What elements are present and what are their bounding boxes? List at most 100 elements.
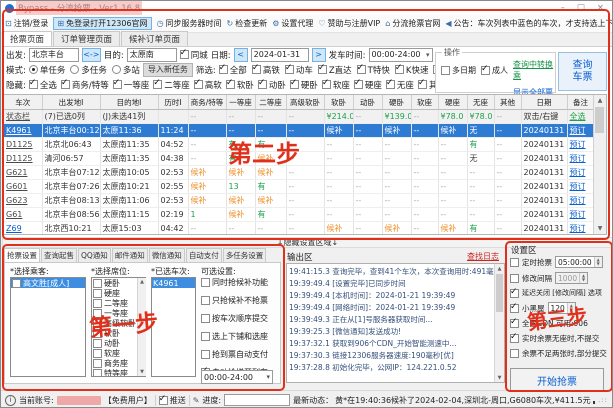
transfer-search-link[interactable]: 查询中转换乘 [513, 59, 555, 81]
checkbox-icon[interactable] [510, 304, 519, 313]
scroll-up-button[interactable] [495, 264, 504, 273]
seat-hide-checkbox[interactable]: 商务/特等 [61, 79, 109, 91]
column-header[interactable]: 软座 [411, 95, 438, 110]
stepper-arrows-icon[interactable]: ▲▼ [567, 303, 575, 313]
train-number-link[interactable]: G621 [6, 168, 27, 177]
grab-option-checkbox[interactable]: 按车次顺序提交 [201, 313, 268, 324]
seat-hide-checkbox[interactable]: 软座 [322, 79, 350, 91]
table-row[interactable]: D1125北京北06:43太原南11:3504:52--有有----------… [4, 138, 594, 152]
train-number-link[interactable]: 状态栏 [6, 112, 30, 121]
find-log-link[interactable]: 查找日志 [467, 251, 499, 262]
scrollbar-thumb[interactable] [595, 107, 604, 133]
operation-checkbox[interactable]: 成人 [481, 65, 508, 76]
close-button[interactable]: × [597, 3, 604, 13]
column-header[interactable]: 商务/特等 [188, 95, 226, 110]
depart-time-select[interactable]: 00:00-24:00 [369, 48, 433, 62]
column-header[interactable]: 软卧 [324, 95, 353, 110]
train-type-checkbox[interactable]: T特快 [357, 64, 390, 76]
train-number-link[interactable]: D1125 [6, 140, 33, 149]
blacklist-stepper[interactable]: 120 ▲▼ [548, 302, 576, 314]
reserve-link[interactable]: 预订 [570, 210, 586, 219]
resize-grip[interactable] [598, 396, 608, 404]
list-item[interactable]: 软卧 [92, 328, 137, 338]
search-tickets-button[interactable]: 查询 车票 [558, 52, 607, 91]
column-header[interactable]: 二等座 [255, 95, 286, 110]
reserve-link[interactable]: 预订 [570, 168, 586, 177]
table-row[interactable]: Z69北京西10:21太原15:0304:42--------候补--候补--候… [4, 222, 594, 236]
tab-order-page[interactable]: 订单管理页面 [53, 31, 120, 46]
scroll-down-button[interactable] [495, 373, 504, 382]
table-row[interactable]: G623北京丰台08:13太原南11:0602:53候补候补候补--------… [4, 194, 594, 208]
seat-hide-checkbox[interactable]: 无座 [386, 79, 414, 91]
train-type-checkbox[interactable]: 全部 [219, 64, 247, 76]
checkbox-icon[interactable] [510, 334, 519, 343]
checkbox-icon[interactable] [510, 349, 519, 358]
tab-auto-pay[interactable]: 自动支付 [186, 248, 222, 262]
date-input[interactable]: 2024-01-31 [251, 48, 309, 62]
seat-hide-checkbox[interactable]: 硬卧 [290, 79, 318, 91]
seat-hide-checkbox[interactable]: 全选 [29, 79, 57, 91]
list-item[interactable]: 高级软卧 [92, 318, 137, 328]
scroll-up-button[interactable] [594, 95, 606, 106]
train-type-checkbox[interactable]: 高铁 [252, 64, 280, 76]
selected-train-listbox[interactable]: K4961 [151, 277, 196, 377]
train-number-link[interactable]: G61 [6, 210, 22, 219]
toolbar-item-official-site[interactable]: ⌂分流抢票官网 [385, 18, 440, 29]
toolbar-item-sync-time[interactable]: ◷同步服务器时间 [157, 18, 222, 29]
train-type-checkbox[interactable]: 动车 [285, 64, 313, 76]
stepper-arrows-icon[interactable]: ▲▼ [594, 257, 602, 267]
toolbar-item-open-12306[interactable]: ⊞免登录打开12306官网 [53, 17, 151, 30]
tab-qq-notify[interactable]: QQ通知 [78, 248, 111, 262]
train-number-link[interactable]: K4961 [6, 126, 32, 135]
to-input[interactable]: 太原南 [127, 48, 177, 62]
grab-option-checkbox[interactable]: 只抢候补不抢票 [201, 295, 268, 306]
tab-multitask[interactable]: 多任务设置 [223, 248, 267, 262]
checkbox-icon[interactable] [510, 319, 519, 328]
tab-waitlist-page[interactable]: 候补订单页面 [121, 31, 188, 46]
table-row[interactable]: G61北京丰台08:56太原南11:1502:191候补有-----------… [4, 208, 594, 222]
column-header[interactable]: 历时Ⅰ [158, 95, 188, 110]
push-checkbox[interactable]: 推送 [159, 395, 186, 406]
tab-sale-query[interactable]: 查询起售 [41, 248, 77, 262]
reserve-link[interactable]: 预订 [570, 196, 586, 205]
train-number-link[interactable]: G623 [6, 196, 27, 205]
list-item[interactable]: 动卧 [92, 338, 137, 348]
column-header[interactable]: 高级软卧 [286, 95, 324, 110]
seat-hide-checkbox[interactable]: 其他 [418, 79, 435, 91]
mode-radio[interactable]: 多站 [112, 64, 140, 76]
train-type-checkbox[interactable]: Z直达 [318, 64, 352, 76]
column-header[interactable]: 硬座 [438, 95, 467, 110]
tab-grab-page[interactable]: 抢票页面 [2, 31, 52, 46]
grab-option-checkbox[interactable]: 抢到票自动支付 [201, 349, 268, 360]
reserve-link[interactable]: 预订 [570, 224, 586, 233]
mode-radio[interactable]: 多任务 [70, 64, 107, 76]
reserve-link[interactable]: 预订 [570, 154, 586, 163]
table-row[interactable]: 状态栏(7)已选0列(J)未选41列--------¥214.0--¥139.0… [4, 110, 594, 124]
start-grab-button[interactable]: 开始抢票 [510, 368, 604, 392]
stepper-arrows-icon[interactable]: ▲▼ [579, 273, 587, 283]
operation-checkbox[interactable]: 多日期 [441, 65, 476, 76]
checkbox-icon[interactable] [510, 289, 519, 298]
import-task-button[interactable]: 导入新任务 [143, 63, 193, 77]
table-scrollbar[interactable] [593, 95, 606, 234]
mode-radio[interactable]: 单任务 [29, 64, 66, 76]
column-header[interactable]: 硬卧 [382, 95, 411, 110]
minimize-button[interactable]: – [561, 3, 565, 13]
swap-stations-button[interactable]: <-> [82, 48, 101, 62]
reserve-link[interactable]: 预订 [570, 126, 586, 135]
seat-hide-checkbox[interactable]: 一等座 [113, 79, 150, 91]
reserve-link[interactable]: 预订 [570, 182, 586, 191]
scroll-down-button[interactable] [594, 223, 606, 234]
column-header[interactable]: 日期 [521, 95, 567, 110]
passenger-listbox[interactable]: 高文胜[成人] [10, 277, 86, 377]
scroll-down-button[interactable] [138, 368, 146, 376]
list-item[interactable]: 高文胜[成人] [11, 278, 85, 288]
scroll-up-button[interactable] [138, 278, 146, 286]
list-item[interactable]: 硬座 [92, 288, 137, 298]
toolbar-item-check-update[interactable]: ↻检查更新 [227, 18, 268, 29]
table-row[interactable]: G621北京丰台07:12太原南10:0502:53候补候补候补--------… [4, 166, 594, 180]
seat-hide-checkbox[interactable]: 高软 [194, 79, 222, 91]
same-city-checkbox[interactable]: 同城 [180, 49, 208, 61]
column-header[interactable]: 其他 [494, 95, 521, 110]
column-header[interactable]: 车次 [4, 95, 42, 110]
